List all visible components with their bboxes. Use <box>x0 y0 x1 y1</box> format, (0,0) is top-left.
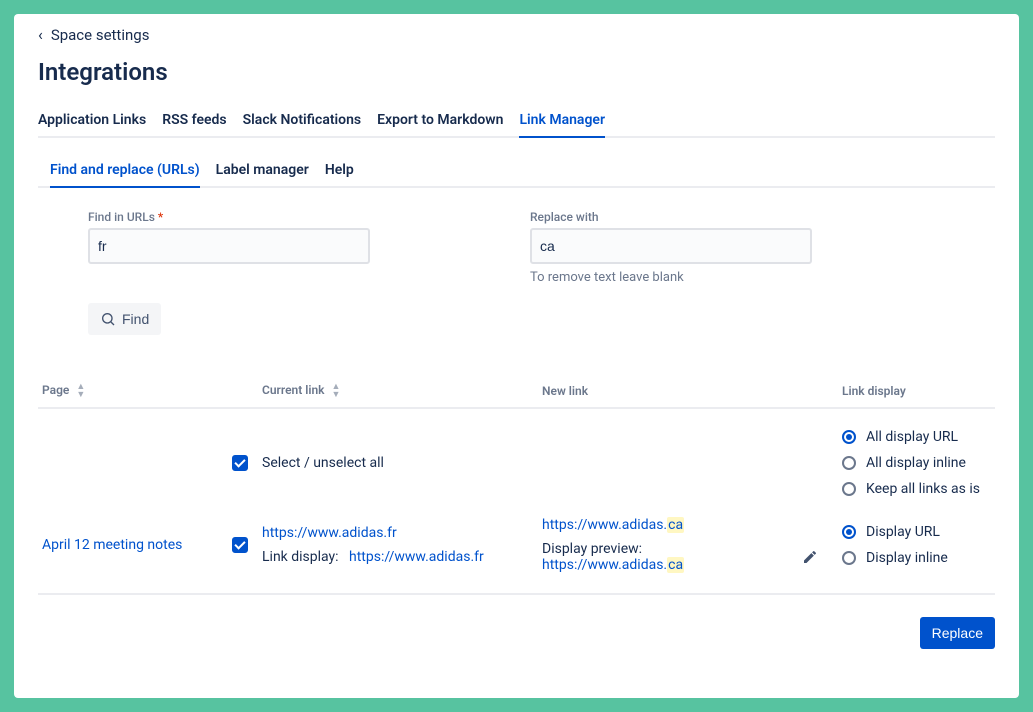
radio-display-inline[interactable] <box>842 551 856 565</box>
replace-button[interactable]: Replace <box>920 617 995 649</box>
select-all-checkbox[interactable] <box>232 455 248 471</box>
display-preview-label: Display preview: <box>542 541 642 557</box>
replace-helper: To remove text leave blank <box>530 270 812 285</box>
replace-label: Replace with <box>530 210 812 224</box>
tab-slack-notifications[interactable]: Slack Notifications <box>243 106 362 138</box>
subtab-help[interactable]: Help <box>325 158 354 188</box>
current-display-value[interactable]: https://www.adidas.fr <box>349 549 484 565</box>
chevron-left-icon: ‹ <box>38 27 43 43</box>
subtab-label-manager[interactable]: Label manager <box>216 158 309 188</box>
current-url[interactable]: https://www.adidas.fr <box>262 525 397 541</box>
th-new-link: New link <box>538 375 838 408</box>
breadcrumb-label: Space settings <box>51 26 150 44</box>
back-to-space-settings[interactable]: ‹ Space settings <box>38 26 149 44</box>
replace-input[interactable] <box>530 228 812 264</box>
page-link[interactable]: April 12 meeting notes <box>42 537 182 553</box>
link-display-label: Link display: <box>262 549 339 565</box>
page-title: Integrations <box>38 58 995 86</box>
integration-tabs: Application Links RSS feeds Slack Notifi… <box>38 106 995 138</box>
pencil-icon[interactable] <box>802 549 818 565</box>
find-input[interactable] <box>88 228 370 264</box>
row-checkbox[interactable] <box>232 537 248 553</box>
subtab-find-replace[interactable]: Find and replace (URLs) <box>50 158 200 188</box>
radio-keep-links[interactable] <box>842 482 856 496</box>
select-all-row: Select / unselect all All display URL Al… <box>38 408 995 507</box>
radio-all-display-url[interactable] <box>842 430 856 444</box>
find-label: Find in URLs * <box>88 210 370 224</box>
display-preview-value[interactable]: https://www.adidas.ca <box>542 557 684 573</box>
select-all-label: Select / unselect all <box>262 455 384 471</box>
tab-application-links[interactable]: Application Links <box>38 106 146 138</box>
tab-rss-feeds[interactable]: RSS feeds <box>162 106 226 138</box>
radio-display-url[interactable] <box>842 525 856 539</box>
tab-export-markdown[interactable]: Export to Markdown <box>377 106 503 138</box>
link-manager-subtabs: Find and replace (URLs) Label manager He… <box>38 158 995 188</box>
results-table: Page ▲▼ Current link ▲▼ New link Link di… <box>38 375 995 595</box>
th-current-link[interactable]: Current link ▲▼ <box>258 375 538 408</box>
th-link-display: Link display <box>838 375 995 408</box>
find-button[interactable]: Find <box>88 303 161 335</box>
radio-all-display-inline[interactable] <box>842 456 856 470</box>
search-icon <box>100 311 116 327</box>
table-row: April 12 meeting notes https://www.adida… <box>38 507 995 594</box>
sort-icon: ▲▼ <box>76 383 85 399</box>
new-url[interactable]: https://www.adidas.ca <box>542 517 684 533</box>
sort-icon: ▲▼ <box>332 383 341 399</box>
th-page[interactable]: Page ▲▼ <box>38 375 228 408</box>
tab-link-manager[interactable]: Link Manager <box>519 106 605 138</box>
